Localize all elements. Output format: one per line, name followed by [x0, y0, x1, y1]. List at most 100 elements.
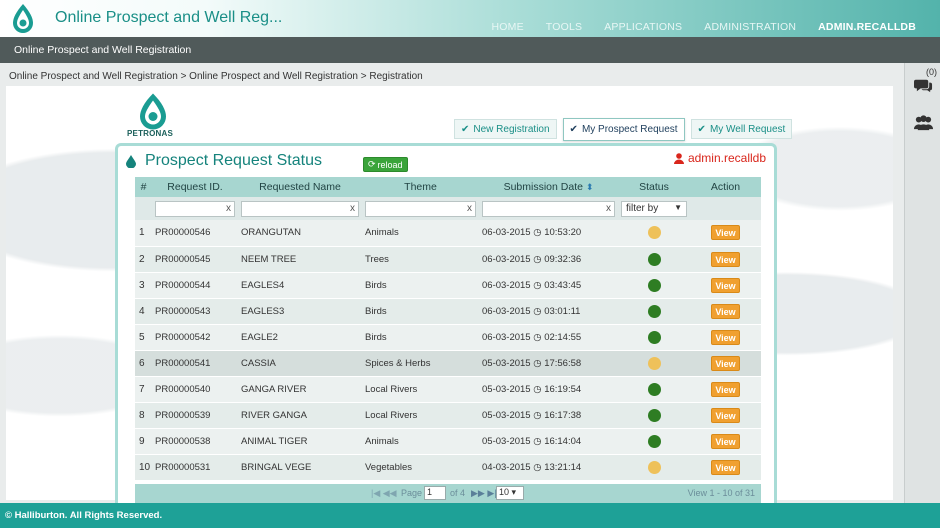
pager-first-prev-icons[interactable]: |◀ ◀◀: [371, 488, 397, 499]
sub-header-bar: Online Prospect and Well Registration: [0, 37, 940, 63]
date-text: 05-03-2015: [482, 357, 531, 369]
time-text: 09:32:36: [544, 253, 582, 265]
clear-icon[interactable]: x: [350, 203, 355, 214]
request-id: PR00000541: [152, 350, 238, 377]
col-header-theme[interactable]: Theme: [362, 177, 479, 197]
col-header-status[interactable]: Status: [618, 177, 690, 197]
view-button[interactable]: View: [711, 355, 740, 371]
pager-next-last-icons[interactable]: ▶▶ ▶|: [471, 488, 497, 499]
date-text: 04-03-2015: [482, 461, 531, 473]
filter-cell-empty: [690, 197, 761, 220]
pager-page-input[interactable]: 1: [424, 486, 446, 500]
view-button[interactable]: View: [711, 433, 740, 449]
tab-new-registration[interactable]: ✔ New Registration: [454, 119, 557, 139]
view-button[interactable]: View: [711, 251, 740, 267]
table-row[interactable]: 3 PR00000544 EAGLES4 Birds 06-03-2015 ◷ 03:4…: [135, 272, 761, 299]
nav-user-account[interactable]: ADMIN.RECALLDB: [818, 21, 916, 33]
table-row[interactable]: 8 PR00000539 RIVER GANGA Local Rivers 05-03-…: [135, 402, 761, 429]
clock-icon: ◷: [533, 461, 542, 473]
status-indicator: [647, 434, 661, 448]
theme: Local Rivers: [362, 376, 479, 403]
col-header-request-id[interactable]: Request ID.: [152, 177, 238, 197]
brand-text: PETRONAS: [127, 129, 174, 138]
clear-icon[interactable]: x: [226, 203, 231, 214]
panel-title: Prospect Request Status: [145, 152, 322, 169]
filter-status-select[interactable]: filter by ▼: [621, 200, 687, 217]
filter-request-id-input[interactable]: x: [155, 200, 235, 217]
table-row[interactable]: 9 PR00000538 ANIMAL TIGER Animals 05-03-2015…: [135, 428, 761, 455]
filter-status-value: filter by: [626, 202, 659, 214]
table-row[interactable]: 4 PR00000543 EAGLES3 Birds 06-03-2015 ◷ 03:0…: [135, 298, 761, 325]
theme: Birds: [362, 272, 479, 299]
users-icon[interactable]: [913, 113, 934, 132]
requested-name: NEEM TREE: [238, 246, 362, 273]
status-indicator: [647, 226, 661, 240]
date-text: 05-03-2015: [482, 409, 531, 421]
tab-my-well-request[interactable]: ✔ My Well Request: [690, 119, 793, 139]
petronas-logo-icon[interactable]: [8, 2, 38, 35]
tab-my-prospect-request[interactable]: ✔ My Prospect Request: [562, 118, 685, 141]
date-text: 05-03-2015: [482, 435, 531, 447]
status-indicator: [647, 460, 661, 474]
view-button[interactable]: View: [711, 303, 740, 319]
submission-date: 06-03-2015 ◷ 02:14:55: [479, 324, 618, 351]
view-button[interactable]: View: [711, 225, 740, 241]
view-button[interactable]: View: [711, 381, 740, 397]
request-id: PR00000540: [152, 376, 238, 403]
filter-name-input[interactable]: x: [241, 200, 359, 217]
reload-button[interactable]: ⟳ reload: [363, 157, 408, 172]
status-indicator: [647, 382, 661, 396]
table-row[interactable]: 5 PR00000542 EAGLE2 Birds 06-03-2015 ◷ 02:14…: [135, 324, 761, 351]
clock-icon: ◷: [533, 305, 542, 317]
nav-applications[interactable]: APPLICATIONS: [604, 21, 682, 33]
tab-label: My Well Request: [709, 123, 786, 135]
chat-icon[interactable]: [914, 76, 933, 95]
view-button[interactable]: View: [711, 277, 740, 293]
clock-icon: ◷: [533, 409, 542, 421]
filter-date-input[interactable]: x: [482, 200, 615, 217]
nav-home[interactable]: HOME: [491, 21, 523, 33]
dropdown-arrow-icon: ▼: [674, 202, 682, 212]
breadcrumb[interactable]: Online Prospect and Well Registration > …: [9, 71, 423, 82]
table-row[interactable]: 7 PR00000540 GANGA RIVER Local Rivers 05-03-…: [135, 376, 761, 403]
time-text: 03:01:11: [544, 305, 581, 317]
time-text: 03:43:45: [544, 279, 582, 291]
action-cell: View: [690, 220, 761, 247]
nav-tools[interactable]: TOOLS: [546, 21, 582, 33]
table-row[interactable]: 1 PR00000546 ORANGUTAN Animals 06-03-2015 ◷ …: [135, 220, 761, 247]
action-cell: View: [690, 246, 761, 273]
current-user: admin.recalldb: [673, 151, 766, 165]
col-header-requested-name[interactable]: Requested Name: [238, 177, 362, 197]
status-cell: [618, 402, 690, 429]
rows-per-page-select[interactable]: 10 ▾: [496, 486, 524, 500]
view-button[interactable]: View: [711, 329, 740, 345]
nav-administration[interactable]: ADMINISTRATION: [704, 21, 796, 33]
status-indicator: [647, 408, 661, 422]
submission-date: 06-03-2015 ◷ 09:32:36: [479, 246, 618, 273]
theme: Animals: [362, 220, 479, 247]
filter-theme-input[interactable]: x: [365, 200, 476, 217]
col-header-submission-date[interactable]: Submission Date ⬍: [479, 177, 618, 197]
col-header-label: Submission Date: [503, 181, 583, 193]
top-nav: HOME TOOLS APPLICATIONS ADMINISTRATION A…: [469, 21, 916, 33]
status-cell: [618, 454, 690, 481]
clear-icon[interactable]: x: [467, 203, 472, 214]
refresh-icon: ⟳: [368, 159, 376, 169]
time-text: 16:19:54: [544, 383, 582, 395]
check-icon: ✔: [697, 123, 706, 135]
table-row[interactable]: 2 PR00000545 NEEM TREE Trees 06-03-2015 ◷ 09…: [135, 246, 761, 273]
clear-icon[interactable]: x: [606, 203, 611, 214]
check-icon: ✔: [461, 123, 470, 135]
date-text: 05-03-2015: [482, 383, 531, 395]
action-cell: View: [690, 454, 761, 481]
date-text: 06-03-2015: [482, 305, 531, 317]
status-cell: [618, 272, 690, 299]
action-cell: View: [690, 402, 761, 429]
clock-icon: ◷: [533, 227, 542, 239]
view-button[interactable]: View: [711, 459, 740, 475]
theme: Animals: [362, 428, 479, 455]
view-button[interactable]: View: [711, 407, 740, 423]
submission-date: 05-03-2015 ◷ 16:14:04: [479, 428, 618, 455]
table-row[interactable]: 6 PR00000541 CASSIA Spices & Herbs 05-03-201…: [135, 350, 761, 377]
table-row[interactable]: 10 PR00000531 BRINGAL VEGE Vegetables 04-03-…: [135, 454, 761, 481]
